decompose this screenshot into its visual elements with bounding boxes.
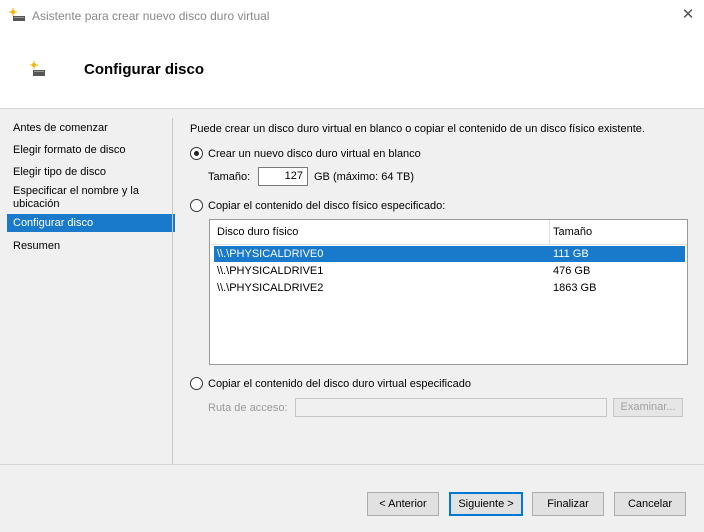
column-header-size[interactable]: Tamaño [553,220,683,245]
radio-copy-virtual-label[interactable]: Copiar el contenido del disco duro virtu… [208,378,471,390]
intro-text: Puede crear un disco duro virtual en bla… [190,123,645,135]
disk-name-cell: \\.\PHYSICALDRIVE0 [217,248,324,260]
close-icon[interactable]: ✕ [676,4,700,26]
radio-copy-physical[interactable] [190,199,203,212]
radio-copy-virtual[interactable] [190,377,203,390]
cancel-button[interactable]: Cancelar [614,492,686,516]
vertical-divider [172,118,173,464]
next-button[interactable]: Siguiente > [449,492,523,516]
browse-button[interactable]: Examinar... [613,398,683,417]
disk-size-cell: 476 GB [553,265,591,277]
path-input[interactable] [295,398,607,417]
table-row[interactable]: \\.\PHYSICALDRIVE1 476 GB [214,263,685,279]
radio-copy-physical-label[interactable]: Copiar el contenido del disco físico esp… [208,200,445,212]
sidebar-item-antes-de-comenzar[interactable]: Antes de comenzar [7,122,175,135]
sidebar-item-resumen[interactable]: Resumen [7,240,175,253]
footer-divider [0,464,704,465]
column-separator[interactable] [549,220,550,244]
table-row[interactable]: \\.\PHYSICALDRIVE2 1863 GB [214,280,685,296]
disk-name-cell: \\.\PHYSICALDRIVE2 [217,282,324,294]
table-row[interactable]: \\.\PHYSICALDRIVE0 111 GB [214,246,685,262]
sidebar-item-elegir-formato[interactable]: Elegir formato de disco [7,144,175,157]
page-title: Configurar disco [84,61,205,78]
finish-button[interactable]: Finalizar [532,492,604,516]
size-input[interactable]: 127 [258,167,308,186]
header-divider [210,244,687,245]
disk-size-cell: 111 GB [553,248,589,260]
window-title: Asistente para crear nuevo disco duro vi… [32,9,270,23]
sidebar-item-elegir-tipo[interactable]: Elegir tipo de disco [7,166,175,179]
sidebar-item-configurar-disco[interactable]: Configurar disco [7,214,175,232]
disk-name-cell: \\.\PHYSICALDRIVE1 [217,265,324,277]
size-label: Tamaño: [208,171,251,183]
physical-disk-table: Disco duro físico Tamaño \\.\PHYSICALDRI… [209,219,688,365]
radio-new-disk[interactable] [190,147,203,160]
radio-new-disk-label[interactable]: Crear un nuevo disco duro virtual en bla… [208,148,421,160]
back-button[interactable]: < Anterior [367,492,439,516]
radio-selected-dot [194,151,199,156]
column-header-disk[interactable]: Disco duro físico [217,220,547,245]
wizard-steps-nav: Antes de comenzar Elegir formato de disc… [0,109,175,464]
disk-size-cell: 1863 GB [553,282,597,294]
size-unit-text: GB (máximo: 64 TB) [314,171,415,183]
disk-sparkle-icon [30,61,45,76]
path-label: Ruta de acceso: [208,402,288,414]
sidebar-item-especificar-nombre[interactable]: Especificar el nombre y la ubicación [7,185,175,211]
disk-sparkle-icon [9,8,25,21]
